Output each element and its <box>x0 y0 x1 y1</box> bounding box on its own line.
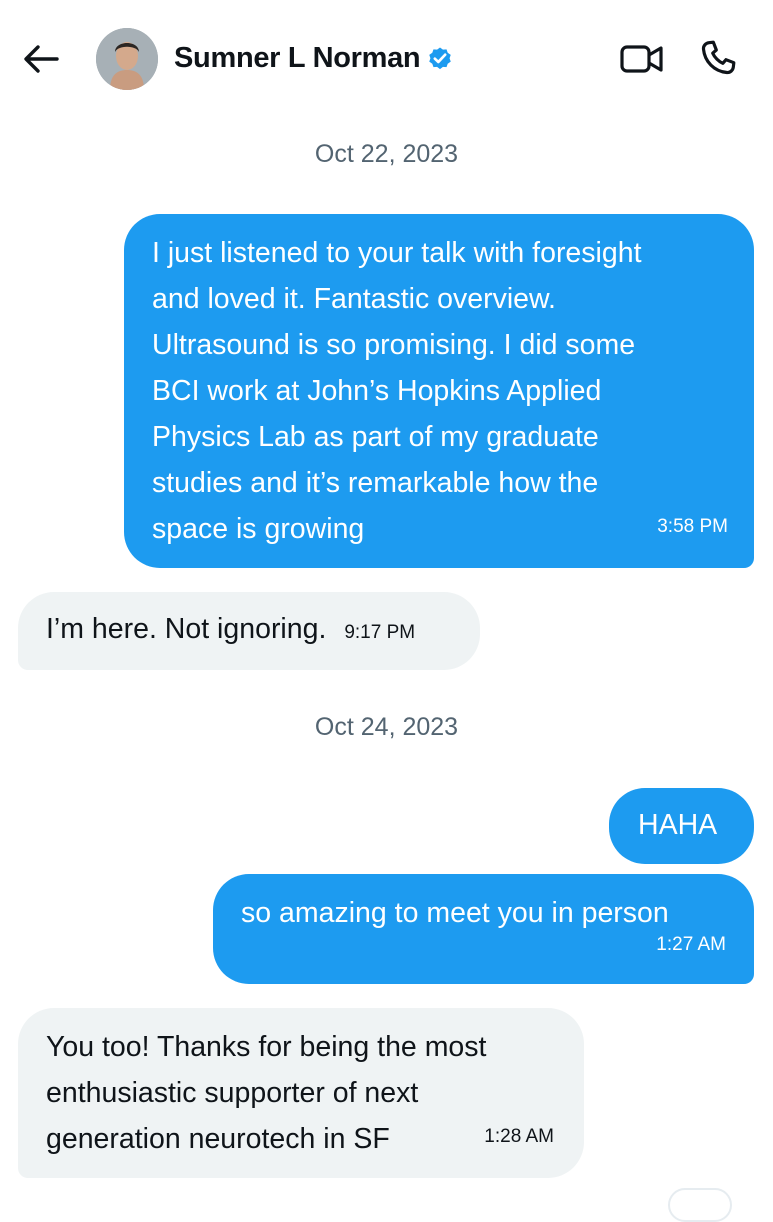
phone-call-button[interactable] <box>694 34 742 82</box>
date-separator: Oct 22, 2023 <box>314 140 459 168</box>
arrow-left-icon <box>24 45 59 73</box>
message-timestamp: 9:17 PM <box>344 622 416 643</box>
message-line: I just listened to your talk with foresi… <box>152 237 642 269</box>
video-call-icon <box>620 45 663 73</box>
scroll-to-bottom-button[interactable] <box>668 1188 732 1222</box>
message-line: and loved it. Fantastic overview. <box>152 283 556 315</box>
verified-badge-icon <box>429 47 452 70</box>
message-line: studies and it’s remarkable how the <box>152 467 599 499</box>
message-text: HAHA <box>638 809 718 841</box>
message-timestamp: 1:28 AM <box>484 1126 554 1147</box>
message-line: BCI work at John’s Hopkins Applied <box>152 375 602 407</box>
message-bubble-outgoing[interactable]: HAHA <box>609 788 754 864</box>
message-line: space is growing <box>152 513 365 545</box>
message-timestamp: 3:58 PM <box>657 516 728 537</box>
contact-name-row[interactable]: Sumner L Norman <box>174 38 454 78</box>
phone-call-icon <box>701 40 736 75</box>
message-bubble-incoming[interactable]: You too! Thanks for being the most enthu… <box>18 1008 584 1178</box>
message-line: enthusiastic supporter of next <box>46 1077 419 1109</box>
conversation-header: Sumner L Norman <box>0 0 773 118</box>
date-separator: Oct 24, 2023 <box>314 713 459 741</box>
video-call-button[interactable] <box>616 36 668 82</box>
message-bubble-outgoing[interactable]: so amazing to meet you in person 1:27 AM <box>213 874 754 984</box>
message-line: You too! Thanks for being the most <box>46 1031 487 1063</box>
message-bubble-outgoing[interactable]: I just listened to your talk with foresi… <box>124 214 754 568</box>
message-bubble-incoming[interactable]: I’m here. Not ignoring. 9:17 PM <box>18 592 480 670</box>
message-line: Ultrasound is so promising. I did some <box>152 329 636 361</box>
message-text: I’m here. Not ignoring. <box>46 613 327 645</box>
message-timestamp: 1:27 AM <box>656 934 726 955</box>
profile-photo <box>96 28 158 90</box>
message-line: Physics Lab as part of my graduate <box>152 421 599 453</box>
message-text: so amazing to meet you in person <box>241 897 669 929</box>
contact-name: Sumner L Norman <box>174 41 421 74</box>
back-button[interactable] <box>16 34 66 84</box>
avatar[interactable] <box>96 28 158 90</box>
